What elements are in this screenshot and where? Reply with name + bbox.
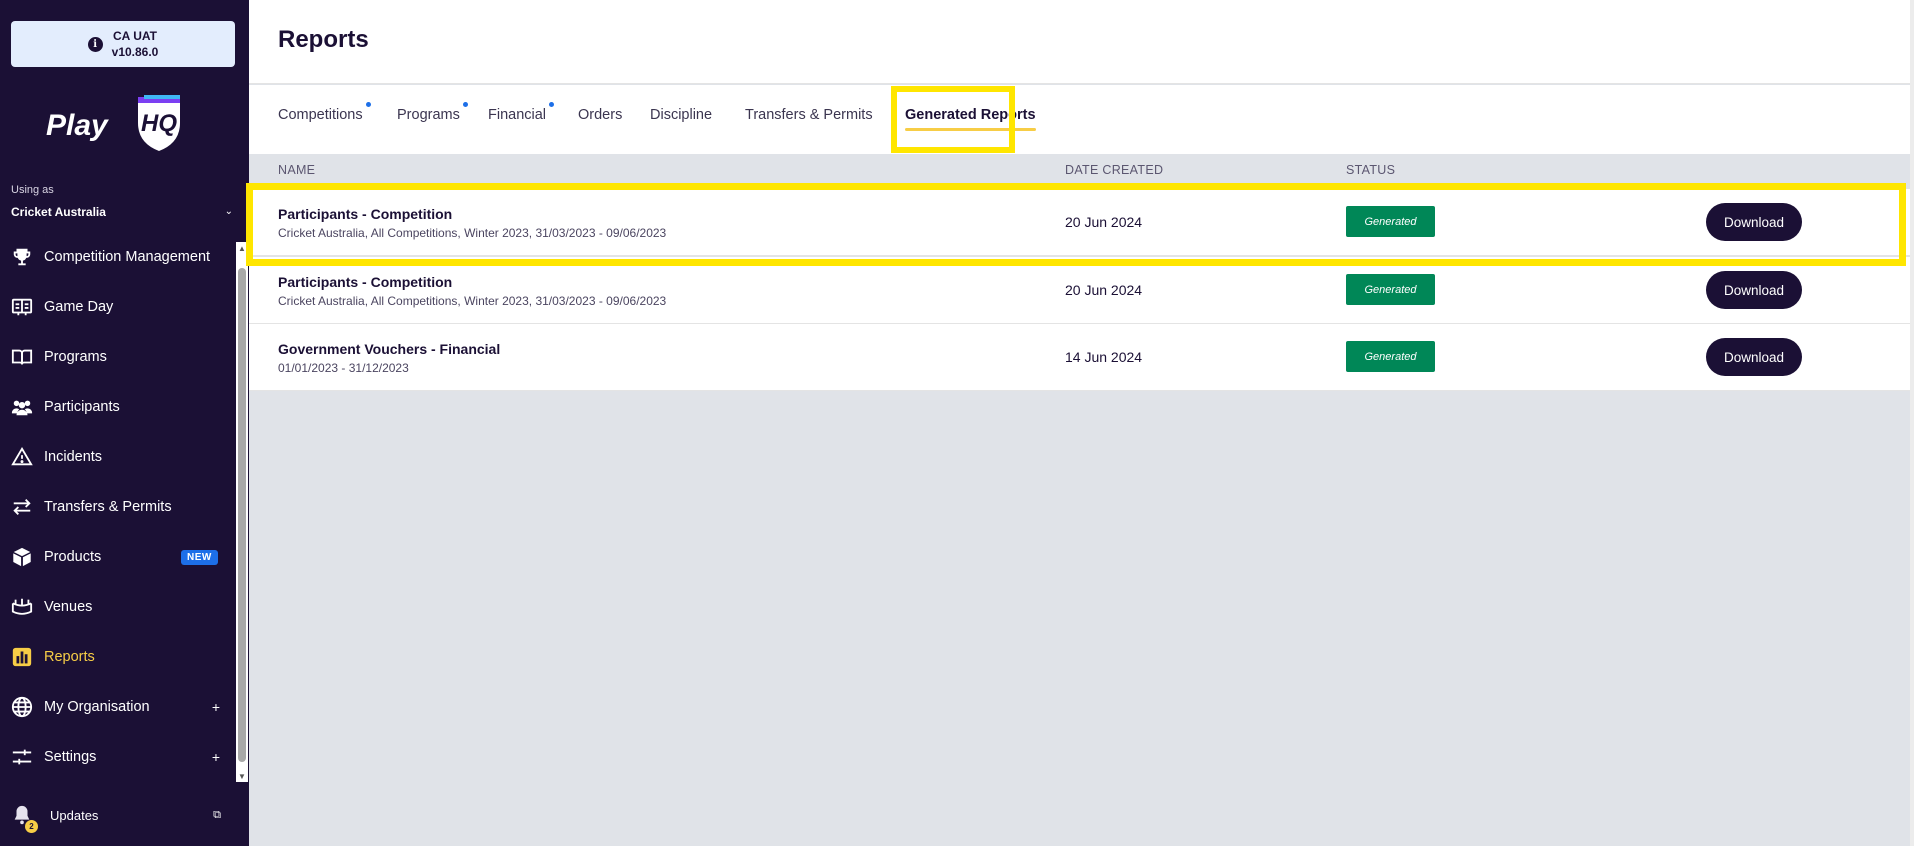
tab-transfers-permits[interactable]: Transfers & Permits [745,107,873,135]
sidebar-item-participants[interactable]: Participants [0,382,236,432]
expand-plus-icon[interactable]: + [212,749,220,765]
column-header-status: STATUS [1346,163,1396,177]
report-details: Cricket Australia, All Competitions, Win… [278,226,667,240]
report-details: Cricket Australia, All Competitions, Win… [278,294,667,308]
sidebar-item-label: Programs [44,349,107,365]
updates-label: Updates [50,807,99,823]
table-row: Participants - Competition Cricket Austr… [249,189,1910,256]
report-details: 01/01/2023 - 31/12/2023 [278,361,409,375]
column-header-date-created: DATE CREATED [1065,163,1164,177]
info-icon: i [87,36,103,52]
sidebar-item-label: Game Day [44,299,114,315]
scrollbar-thumb[interactable] [238,268,246,762]
table-row: Government Vouchers - Financial 01/01/20… [249,324,1910,391]
sliders-icon [0,746,44,768]
tab-orders[interactable]: Orders [578,107,622,135]
svg-text:HQ: HQ [141,110,177,137]
sidebar-item-label: Settings [44,749,97,765]
new-badge: NEW [181,549,218,565]
sidebar-item-venues[interactable]: Venues [0,582,236,632]
report-date-created: 20 Jun 2024 [1065,214,1143,230]
download-button[interactable]: Download [1706,203,1802,241]
people-icon [0,396,44,418]
warning-icon [0,446,44,468]
organisation-name: Cricket Australia [11,204,106,219]
external-link-icon: ⧉ [213,808,221,821]
report-date-created: 20 Jun 2024 [1065,282,1143,298]
chevron-down-icon: ⌄ [224,206,233,217]
main-content: Reports Competitions Programs Financial … [246,0,1914,846]
sidebar-item-label: Incidents [44,449,103,465]
sidebar: i CA UAT v10.86.0 Play HQ Using as Crick… [0,0,249,846]
status-badge: Generated [1346,274,1435,305]
sidebar-item-transfers-permits[interactable]: Transfers & Permits [0,482,236,532]
report-date-created: 14 Jun 2024 [1065,349,1143,365]
using-as-label: Using as [11,184,54,196]
column-header-name: NAME [278,163,316,177]
tab-competitions[interactable]: Competitions [278,102,371,135]
page-header: Reports [249,0,1910,84]
book-icon [0,346,44,368]
status-badge: Generated [1346,341,1435,372]
table-header: NAME DATE CREATED STATUS [249,154,1910,186]
sidebar-item-products[interactable]: Products NEW [0,532,236,582]
sidebar-item-label: Competition Management [44,249,211,265]
report-name: Participants - Competition [278,274,453,290]
scoreboard-icon [0,296,44,318]
report-tabs: Competitions Programs Financial Orders D… [249,85,1910,154]
notification-dot [462,102,468,107]
sidebar-item-incidents[interactable]: Incidents [0,432,236,482]
sidebar-item-label: Venues [44,599,93,615]
organisation-select[interactable]: Cricket Australia ⌄ [11,203,235,220]
trophy-icon [0,246,44,268]
tab-generated-reports[interactable]: Generated Reports [905,107,1036,135]
updates-link[interactable]: 2 Updates ⧉ [0,795,236,835]
download-button[interactable]: Download [1706,271,1802,309]
sidebar-item-competition-management[interactable]: Competition Management [0,232,236,282]
tab-discipline[interactable]: Discipline [650,107,712,135]
sidebar-item-programs[interactable]: Programs [0,332,236,382]
tab-programs[interactable]: Programs [397,102,468,135]
logo-text: Play [46,109,109,142]
globe-icon [0,696,44,718]
sidebar-item-label: My Organisation [44,699,150,715]
environment-banner[interactable]: i CA UAT v10.86.0 [11,21,235,67]
tab-financial[interactable]: Financial [488,102,555,135]
table-row: Participants - Competition Cricket Austr… [249,257,1910,324]
transfer-arrows-icon [0,496,44,518]
notification-dot [549,102,555,107]
expand-plus-icon[interactable]: + [212,699,220,715]
status-badge: Generated [1346,206,1435,237]
environment-version: v10.86.0 [111,45,159,59]
bell-icon [0,804,44,826]
report-name: Government Vouchers - Financial [278,341,501,357]
scroll-down-arrow-icon[interactable]: ▼ [238,772,246,781]
environment-name: CA UAT [113,29,157,43]
page-title: Reports [278,26,369,53]
playhq-logo[interactable]: Play HQ [44,93,184,155]
scroll-up-arrow-icon[interactable]: ▲ [238,244,246,253]
notification-dot [365,102,371,107]
report-name: Participants - Competition [278,206,453,222]
sidebar-item-reports[interactable]: Reports [0,632,236,682]
reports-chart-icon [0,646,44,668]
sidebar-item-label: Transfers & Permits [44,499,172,515]
sidebar-item-game-day[interactable]: Game Day [0,282,236,332]
sidebar-item-label: Reports [44,649,95,665]
sidebar-item-settings[interactable]: Settings + [0,732,236,782]
updates-count-badge: 2 [25,820,38,833]
sidebar-scrollbar[interactable]: ▲ ▼ [236,242,248,782]
sidebar-item-label: Participants [44,399,120,415]
download-button[interactable]: Download [1706,338,1802,376]
stadium-icon [0,596,44,618]
sidebar-item-my-organisation[interactable]: My Organisation + [0,682,236,732]
box-icon [0,546,44,568]
sidebar-item-label: Products [44,549,102,565]
main-scrollbar[interactable] [1910,0,1914,846]
